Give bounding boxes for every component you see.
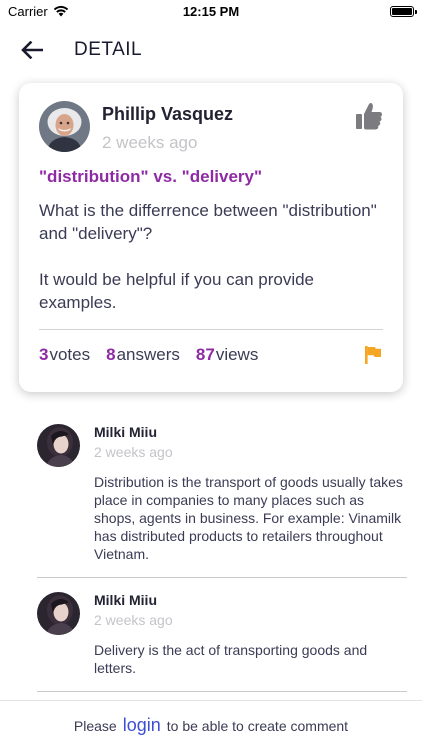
nav-header: DETAIL (0, 28, 422, 72)
comment-text: Distribution is the transport of goods u… (94, 474, 403, 562)
post-time: 2 weeks ago (102, 133, 198, 152)
views-stat: 87 views (196, 345, 258, 365)
question-author-row: Phillip Vasquez 2 weeks ago (39, 101, 383, 153)
avatar-image (37, 592, 80, 635)
author-name[interactable]: Phillip Vasquez (102, 104, 233, 125)
avatar[interactable] (37, 424, 80, 467)
avatar[interactable] (37, 592, 80, 635)
like-button[interactable] (355, 101, 383, 131)
comment-time: 2 weeks ago (94, 444, 173, 460)
avatar[interactable] (39, 101, 90, 152)
comment-author[interactable]: Milki Miiu (94, 424, 407, 440)
author-info: Phillip Vasquez 2 weeks ago (102, 104, 233, 153)
question-title: "distribution" vs. "delivery" (39, 167, 263, 186)
answers-label: answers (116, 345, 180, 364)
question-card: Phillip Vasquez 2 weeks ago "distributio… (19, 83, 403, 392)
answers-stat: 8 answers (106, 345, 180, 365)
status-bar: Carrier 12:15 PM (0, 0, 422, 22)
wifi-icon (53, 5, 68, 17)
page-title: DETAIL (74, 39, 143, 60)
avatar-image (39, 101, 90, 152)
comment-content: Milki Miiu 2 weeks ago Distribution is t… (94, 424, 407, 563)
thumbs-up-icon (356, 103, 382, 130)
comment-item: Milki Miiu 2 weeks ago Distribution is t… (37, 410, 407, 578)
votes-stat: 3 votes (39, 345, 90, 365)
battery-fill (392, 7, 412, 15)
votes-label: votes (49, 345, 91, 364)
carrier-label: Carrier (8, 3, 48, 19)
comment-list: Milki Miiu 2 weeks ago Distribution is t… (37, 410, 407, 692)
answers-count: 8 (106, 345, 116, 364)
votes-count: 3 (39, 345, 49, 364)
login-link[interactable]: login (123, 715, 161, 736)
views-count: 87 (195, 345, 215, 364)
login-prompt: Please login to be able to create commen… (0, 700, 422, 750)
arrow-left-icon (21, 41, 43, 59)
login-prompt-suffix: to be able to create comment (166, 717, 349, 734)
comment-author[interactable]: Milki Miiu (94, 592, 407, 608)
report-flag-button[interactable] (363, 345, 383, 365)
login-prompt-prefix: Please (73, 717, 117, 734)
comment-content: Milki Miiu 2 weeks ago Delivery is the a… (94, 592, 407, 677)
status-left: Carrier (8, 4, 69, 19)
comment-text: Delivery is the act of transporting good… (94, 642, 368, 676)
divider (39, 329, 383, 330)
views-label: views (215, 345, 259, 364)
avatar-image (37, 424, 80, 467)
question-body: What is the differrence between "distrib… (39, 201, 377, 312)
comment-time: 2 weeks ago (94, 612, 173, 628)
back-button[interactable] (12, 30, 52, 70)
flag-icon (365, 346, 381, 364)
question-stats: 3 votes 8 answers 87 views (39, 345, 383, 365)
comment-item: Milki Miiu 2 weeks ago Delivery is the a… (37, 578, 407, 692)
battery-icon (390, 5, 417, 17)
